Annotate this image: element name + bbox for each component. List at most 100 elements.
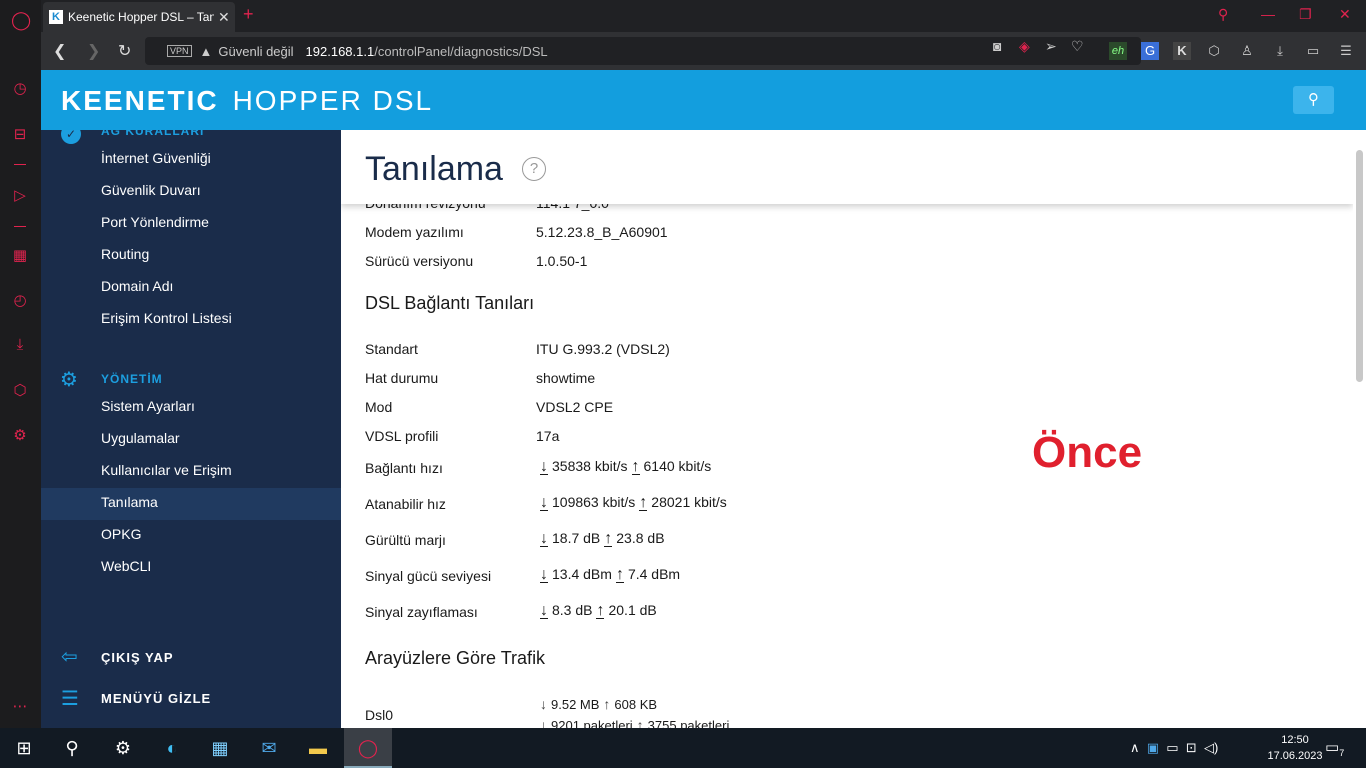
dsl-diagnostics-heading: DSL Bağlantı Tanıları	[365, 293, 535, 313]
snapshot-icon[interactable]: ◙	[993, 38, 1001, 54]
file-explorer-icon[interactable]: ▬	[306, 736, 330, 760]
upload-arrow-icon: ↑	[639, 494, 648, 511]
search-tabs-icon[interactable]: ⚲	[1218, 6, 1228, 23]
menu-item-access-control-list[interactable]: Erişim Kontrol Listesi	[101, 310, 232, 326]
extension-eh-icon[interactable]: eh	[1109, 42, 1127, 60]
extensions-cube-icon[interactable]: ⬡	[1205, 42, 1223, 60]
page-title: Tanılama	[365, 150, 503, 188]
upload-arrow-icon: ↑	[631, 458, 640, 475]
bookmark-heart-icon[interactable]: ♡	[1071, 38, 1084, 55]
help-icon[interactable]: ?	[522, 157, 546, 181]
menu-item-internet-security[interactable]: İnternet Güvenliği	[101, 150, 211, 166]
menu-item-webcli[interactable]: WebCLI	[101, 558, 151, 574]
send-page-icon[interactable]: ➢	[1045, 38, 1057, 55]
mail-icon[interactable]: ✉	[257, 736, 281, 760]
scrollbar-thumb[interactable]	[1356, 150, 1363, 382]
download-arrow-icon: ↓	[540, 458, 548, 475]
menu-item-routing[interactable]: Routing	[101, 246, 149, 262]
chevron-up-icon[interactable]: ∧	[1130, 740, 1140, 755]
cube-icon[interactable]: ⬡	[11, 382, 29, 400]
menu-item-firewall[interactable]: Güvenlik Duvarı	[101, 182, 201, 198]
notifications-icon[interactable]: ▭7	[1325, 738, 1344, 758]
header-search-button[interactable]: ⚲	[1293, 86, 1334, 114]
new-tab-icon[interactable]: +	[243, 4, 254, 25]
menu-item-diagnostics[interactable]: Tanılama	[101, 494, 158, 510]
vpn-badge[interactable]: VPN	[167, 45, 192, 57]
opera-logo-icon[interactable]: ◯	[11, 11, 31, 29]
download-arrow-icon: ↓	[540, 717, 547, 728]
logout-icon[interactable]: ⇦	[61, 644, 78, 669]
page-scrollbar[interactable]	[1353, 130, 1366, 728]
settings-gear-icon[interactable]: ⚙	[11, 427, 29, 445]
store-icon[interactable]: ▦	[208, 736, 232, 760]
url-field[interactable]: VPN ▲ Güvenli değil 192.168.1.1/controlP…	[145, 37, 1141, 65]
clock[interactable]: 12:50 17.06.2023	[1265, 732, 1325, 764]
back-icon[interactable]: ❮	[53, 41, 66, 61]
attenuation-label: Sinyal zayıflaması	[365, 604, 478, 620]
extension-k-icon[interactable]: K	[1173, 42, 1191, 60]
adblock-shield-icon[interactable]: ◈	[1019, 38, 1030, 55]
logout-button[interactable]: ÇIKIŞ YAP	[101, 650, 174, 665]
windows-start-icon[interactable]: ⊞	[12, 736, 36, 760]
signal-power-label: Sinyal gücü seviyesi	[365, 568, 492, 584]
upload-arrow-icon: ↑	[604, 530, 613, 547]
brand-name: KEENETIC	[61, 85, 219, 116]
mode-label: Mod	[365, 399, 393, 415]
speed-dial-icon[interactable]: ◷	[11, 80, 29, 98]
close-window-icon[interactable]: ✕	[1339, 6, 1351, 23]
driver-value: 1.0.50-1	[536, 253, 588, 269]
history-icon[interactable]: ◴	[11, 292, 29, 310]
tray-app-icon[interactable]: ▣	[1147, 740, 1159, 755]
menu-item-applications[interactable]: Uygulamalar	[101, 430, 180, 446]
maximize-icon[interactable]: ❐	[1299, 6, 1312, 23]
forward-icon[interactable]: ❯	[87, 41, 100, 61]
warning-icon: ▲	[199, 43, 213, 59]
clock-date: 17.06.2023	[1267, 750, 1323, 762]
page-header: KEENETIC HOPPER DSL ⚲	[41, 70, 1366, 130]
menu-item-opkg[interactable]: OPKG	[101, 526, 141, 542]
security-status[interactable]: Güvenli değil	[218, 44, 293, 59]
line-status-value: showtime	[536, 370, 596, 386]
browser-tab[interactable]: K Keenetic Hopper DSL – Tanılama ✕	[43, 2, 235, 32]
downloads-icon[interactable]: ⤓	[1271, 42, 1289, 60]
easy-setup-icon[interactable]: ☰	[1337, 42, 1355, 60]
menu-section-network-rules: AĞ KURALLARI	[101, 130, 205, 138]
download-arrow-icon: ↓	[540, 696, 547, 712]
send-icon[interactable]: ▷	[11, 187, 29, 205]
url-host: 192.168.1.1	[305, 43, 375, 59]
menu-item-users-access[interactable]: Kullanıcılar ve Erişim	[101, 462, 232, 478]
download-icon[interactable]: ⤓	[11, 336, 29, 354]
apps-grid-icon[interactable]: ▦	[11, 247, 29, 265]
standard-label: Standart	[365, 341, 418, 357]
mode-value: VDSL2 CPE	[536, 399, 614, 415]
network-icon[interactable]: ⊡	[1186, 740, 1197, 755]
interface-packets: ↓ 9201 paketleri ↑ 3755 paketleri	[536, 717, 729, 728]
signal-power-up: 7.4 dBm	[627, 566, 681, 582]
standard-value: ITU G.993.2 (VDSL2)	[536, 341, 670, 357]
translate-extension-icon[interactable]: G	[1141, 42, 1159, 60]
noise-margin-up: 23.8 dB	[616, 530, 665, 546]
address-bar: ❮ ❯ ↻ VPN ▲ Güvenli değil 192.168.1.1/co…	[41, 32, 1366, 70]
keenetic-logo[interactable]: KEENETIC HOPPER DSL	[61, 85, 433, 117]
reload-icon[interactable]: ↻	[118, 41, 131, 61]
hide-menu-button[interactable]: MENÜYÜ GİZLE	[101, 691, 211, 706]
minimize-icon[interactable]: —	[1261, 6, 1275, 22]
search-icon[interactable]: ⚲	[60, 736, 84, 760]
close-tab-icon[interactable]: ✕	[218, 9, 230, 26]
edge-icon[interactable]: ◐	[160, 736, 184, 760]
attainable-rate-value: ↓ 109863 kbit/s ↑ 28021 kbit/s	[536, 494, 727, 511]
settings-icon[interactable]: ⚙	[111, 736, 135, 760]
volume-icon[interactable]: ◁)	[1204, 740, 1218, 755]
menu-item-domain-name[interactable]: Domain Adı	[101, 278, 173, 294]
menu-item-system-settings[interactable]: Sistem Ayarları	[101, 398, 195, 414]
menu-active-highlight	[41, 488, 341, 520]
download-arrow-icon: ↓	[540, 566, 548, 583]
opera-taskbar-button[interactable]: ◯	[344, 728, 392, 768]
profile-icon[interactable]: ♙	[1238, 42, 1256, 60]
more-icon[interactable]: ⋯	[11, 698, 29, 716]
menu-item-port-forwarding[interactable]: Port Yönlendirme	[101, 214, 209, 230]
battery-icon[interactable]: ▭	[1166, 740, 1178, 755]
shopping-icon[interactable]: ⊟	[11, 126, 29, 144]
link-rate-up: 6140 kbit/s	[643, 458, 712, 474]
hide-menu-icon[interactable]: ☰	[61, 686, 79, 711]
